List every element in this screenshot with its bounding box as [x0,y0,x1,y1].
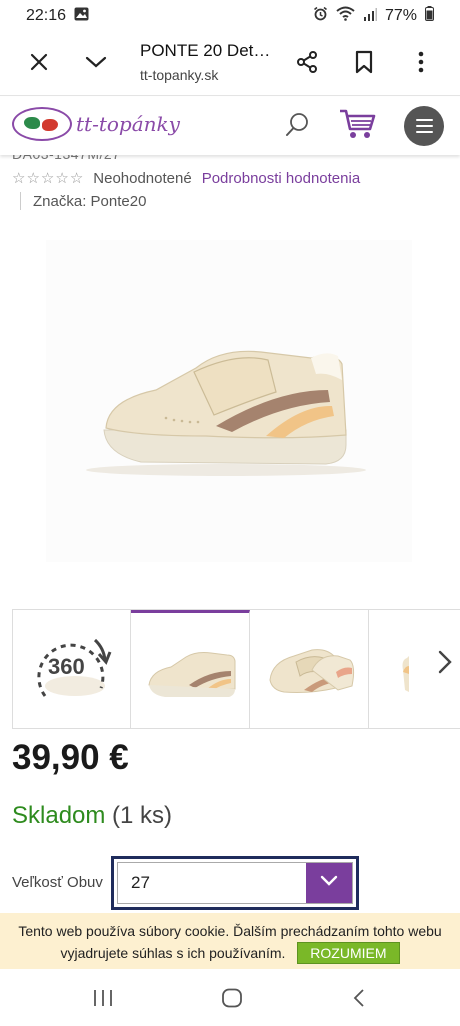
battery-icon [425,6,434,26]
thumbnail-side-view[interactable] [131,610,250,728]
menu-icon [415,119,433,133]
thumbnail-360[interactable]: 360 [12,610,131,728]
thumbnail-pair-view[interactable] [250,610,369,728]
collapse-button[interactable] [76,44,116,84]
status-bar: 22:16 77% [0,0,460,32]
product-brand: Značka: Ponte20 [33,192,147,210]
stock-label: Skladom [12,802,106,829]
site-logo[interactable]: tt-topánky [12,107,180,141]
product-price: 39,90 € [12,738,129,777]
brand-row: Značka: Ponte20 [20,192,146,210]
recents-icon[interactable] [92,988,114,1013]
rating-details-link[interactable]: Podrobnosti hodnotenia [202,170,360,187]
bookmark-button[interactable] [344,44,384,84]
thumbnail-partial[interactable] [369,610,460,728]
site-header: tt-topánky [0,97,460,155]
star-empty-icon: ☆ [26,169,40,187]
logo-text: tt-topánky [76,112,180,136]
cookie-text-line2: vyjadrujete súhlas s ich používaním. [60,945,286,961]
size-selected-value: 27 [131,873,150,892]
page-domain: tt-topanky.sk [140,67,219,83]
cart-icon [338,109,376,145]
rating-stars: ☆ ☆ ☆ ☆ ☆ [12,169,84,187]
product-main-image[interactable] [46,240,412,562]
thumbnail-360-label: 360 [48,654,85,679]
star-empty-icon: ☆ [40,169,55,187]
share-button[interactable] [287,44,327,84]
thumbnail-strip: 360 [12,609,460,729]
star-empty-icon: ☆ [12,169,26,187]
cart-button[interactable] [338,107,376,146]
stock-status: Skladom (1 ks) [12,802,172,830]
chevron-right-icon[interactable] [438,650,452,679]
bookmark-icon [354,50,374,79]
rating-row: ☆ ☆ ☆ ☆ ☆ Neohodnotené Podrobnosti hodno… [12,170,360,187]
size-label: Veľkosť Obuv [12,874,103,891]
close-button[interactable] [19,44,59,84]
signal-icon [363,7,377,26]
back-icon[interactable] [352,988,366,1013]
wifi-icon [336,6,355,26]
logo-emblem [12,107,72,141]
home-icon[interactable] [221,988,243,1013]
page-info[interactable]: PONTE 20 Det… tt-topanky.sk [140,41,280,83]
status-time: 22:16 [26,7,67,24]
cookie-banner: Tento web používa súbory cookie. Ďalším … [0,913,460,969]
cookie-accept-button[interactable]: ROZUMIEM [297,942,400,964]
system-nav-bar [0,970,460,1026]
rating-label: Neohodnotené [93,170,192,187]
more-options-button[interactable] [401,44,441,84]
dropdown-toggle[interactable] [306,863,352,903]
stock-quantity: (1 ks) [112,802,173,829]
chevron-down-icon [320,874,338,892]
image-icon [74,7,89,26]
size-select[interactable]: 27 [111,856,359,910]
divider [20,192,21,210]
cookie-text-line1: Tento web používa súbory cookie. Ďalším … [18,923,442,939]
battery-level: 77% [384,7,417,24]
more-vert-icon [418,51,424,78]
close-icon [29,52,49,77]
star-empty-icon: ☆ [55,169,69,187]
menu-button[interactable] [404,106,444,146]
alarm-icon [313,6,328,26]
browser-toolbar: PONTE 20 Det… tt-topanky.sk [0,32,460,96]
search-button[interactable] [284,112,310,143]
chevron-down-icon [85,55,107,74]
search-icon [284,113,310,142]
share-icon [295,50,319,79]
page-title: PONTE 20 Det… [140,41,271,60]
star-empty-icon: ☆ [69,169,84,187]
